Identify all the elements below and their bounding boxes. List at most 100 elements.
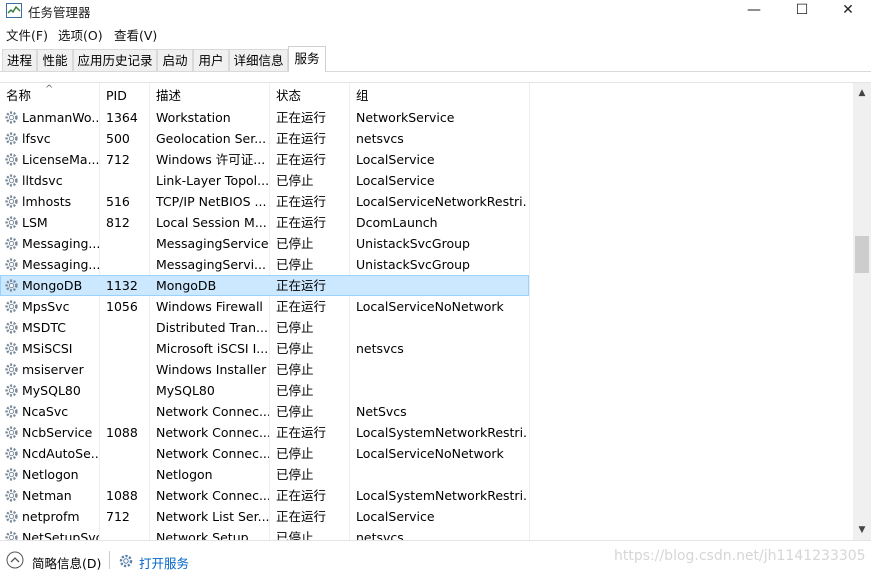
- service-status: 正在运行: [276, 509, 327, 524]
- column-header-description[interactable]: 描述: [150, 84, 270, 107]
- menu-view[interactable]: 查看(V): [114, 25, 157, 44]
- column-header-pid[interactable]: PID: [100, 84, 150, 107]
- table-row[interactable]: netprofm 712 Network List Ser... 正在运行 LocalS…: [0, 506, 853, 527]
- service-pid: [106, 170, 149, 191]
- service-group: LocalServiceNetworkRestri...: [356, 194, 526, 209]
- tab-details[interactable]: 详细信息: [229, 49, 288, 71]
- service-pid: 1088: [106, 488, 138, 503]
- service-gear-icon: [4, 446, 19, 461]
- watermark-text: https://blog.csdn.net/jh1141233305: [614, 548, 866, 564]
- table-row[interactable]: NetSetupSvc Network Setup ... 已停止 netsvcs: [0, 527, 853, 540]
- open-services-link[interactable]: 打开服务: [139, 553, 189, 572]
- service-name: Messaging...: [22, 236, 99, 251]
- table-row[interactable]: MpsSvc 1056 Windows Firewall 正在运行 LocalServi…: [0, 296, 853, 317]
- table-row[interactable]: MSiSCSI Microsoft iSCSI I... 已停止 netsvcs: [0, 338, 853, 359]
- service-description: Netlogon: [156, 467, 213, 482]
- service-description: MongoDB: [156, 278, 217, 293]
- column-header-status[interactable]: 状态: [270, 84, 350, 107]
- service-group: LocalServiceNoNetwork: [356, 446, 504, 461]
- service-gear-icon: [4, 194, 19, 209]
- column-header-name-label: 名称: [6, 88, 32, 103]
- table-row[interactable]: lfsvc 500 Geolocation Ser... 正在运行 netsvcs: [0, 128, 853, 149]
- service-group: LocalSystemNetworkRestri...: [356, 488, 526, 503]
- vertical-scrollbar[interactable]: ▲ ▼: [853, 83, 871, 540]
- column-header: ^ 名称 PID 描述 状态 组: [0, 84, 853, 107]
- service-pid: 1132: [106, 278, 138, 293]
- table-row[interactable]: NcdAutoSe... Network Connec... 已停止 LocalSer…: [0, 443, 853, 464]
- table-row[interactable]: MSDTC Distributed Tran... 已停止: [0, 317, 853, 338]
- table-row[interactable]: LanmanWo... 1364 Workstation 正在运行 NetworkSer…: [0, 107, 853, 128]
- scroll-up-icon[interactable]: ▲: [853, 85, 871, 101]
- service-name: NcaSvc: [22, 404, 69, 419]
- close-button[interactable]: ✕: [825, 0, 871, 22]
- table-row[interactable]: lltdsvc Link-Layer Topol... 已停止 LocalServic…: [0, 170, 853, 191]
- service-description: Network Setup ...: [156, 530, 265, 540]
- footer-bar: 简略信息(D) 打开服务 https://blog.csdn.net/jh114…: [0, 540, 871, 574]
- service-group: [356, 380, 526, 401]
- footer-divider: [109, 551, 110, 569]
- table-row[interactable]: Netman 1088 Network Connec... 正在运行 LocalSyst…: [0, 485, 853, 506]
- table-row[interactable]: MongoDB 1132 MongoDB 正在运行: [0, 275, 853, 296]
- service-name: NcdAutoSe...: [22, 446, 99, 461]
- service-status: 已停止: [276, 383, 314, 398]
- minimize-button[interactable]: —: [731, 0, 777, 22]
- tab-app-history[interactable]: 应用历史记录: [73, 49, 157, 71]
- service-name: LSM: [22, 215, 48, 230]
- service-status: 正在运行: [276, 425, 327, 440]
- service-status: 正在运行: [276, 215, 327, 230]
- service-gear-icon: [4, 173, 19, 188]
- table-row[interactable]: MySQL80 MySQL80 已停止: [0, 380, 853, 401]
- table-row[interactable]: lmhosts 516 TCP/IP NetBIOS ... 正在运行 LocalSer…: [0, 191, 853, 212]
- table-row[interactable]: NcaSvc Network Connec... 已停止 NetSvcs: [0, 401, 853, 422]
- services-list: ^ 名称 PID 描述 状态 组 LanmanWo... 1364 Workstat…: [0, 82, 871, 540]
- services-gear-icon: [119, 554, 133, 568]
- service-description: MessagingServi...: [156, 257, 266, 272]
- service-description: MessagingService: [156, 236, 269, 251]
- service-status: 正在运行: [276, 152, 327, 167]
- service-pid: [106, 380, 149, 401]
- service-group: LocalService: [356, 509, 435, 524]
- services-rows: LanmanWo... 1364 Workstation 正在运行 NetworkSer…: [0, 107, 853, 540]
- service-description: Network List Ser...: [156, 509, 269, 524]
- table-row[interactable]: LicenseMa... 712 Windows 许可证... 正在运行 LocalSe…: [0, 149, 853, 170]
- table-row[interactable]: LSM 812 Local Session M... 正在运行 DcomLaunch: [0, 212, 853, 233]
- tab-users[interactable]: 用户: [193, 49, 229, 71]
- service-group: netsvcs: [356, 131, 404, 146]
- tab-services[interactable]: 服务: [288, 46, 326, 72]
- service-group: netsvcs: [356, 341, 404, 356]
- service-name: MpsSvc: [22, 299, 70, 314]
- title-bar: 任务管理器 — ☐ ✕: [0, 0, 871, 22]
- service-group: [356, 317, 526, 338]
- collapse-up-icon[interactable]: [6, 551, 24, 569]
- service-status: 已停止: [276, 173, 314, 188]
- service-gear-icon: [4, 467, 19, 482]
- service-name: LicenseMa...: [22, 152, 99, 167]
- service-status: 正在运行: [276, 110, 327, 125]
- scroll-down-icon[interactable]: ▼: [853, 522, 871, 538]
- service-name: MSiSCSI: [22, 341, 73, 356]
- tab-divider: [0, 71, 871, 72]
- service-gear-icon: [4, 404, 19, 419]
- scrollbar-thumb[interactable]: [855, 236, 869, 273]
- service-status: 正在运行: [276, 488, 327, 503]
- table-row[interactable]: Netlogon Netlogon 已停止: [0, 464, 853, 485]
- maximize-button[interactable]: ☐: [779, 0, 825, 22]
- service-gear-icon: [4, 257, 19, 272]
- service-group: DcomLaunch: [356, 215, 438, 230]
- service-status: 已停止: [276, 446, 314, 461]
- service-name: Netlogon: [22, 467, 79, 482]
- service-name: MongoDB: [22, 278, 83, 293]
- table-row[interactable]: NcbService 1088 Network Connec... 正在运行 Local…: [0, 422, 853, 443]
- column-header-name[interactable]: ^ 名称: [0, 84, 100, 107]
- menu-options[interactable]: 选项(O): [58, 25, 103, 44]
- tab-performance[interactable]: 性能: [37, 49, 73, 71]
- column-header-group[interactable]: 组: [350, 84, 530, 107]
- service-status: 已停止: [276, 257, 314, 272]
- tab-processes[interactable]: 进程: [2, 49, 37, 71]
- table-row[interactable]: msiserver Windows Installer 已停止: [0, 359, 853, 380]
- table-row[interactable]: Messaging... MessagingServi... 已停止 Unistack…: [0, 254, 853, 275]
- tab-startup[interactable]: 启动: [157, 49, 193, 71]
- table-row[interactable]: Messaging... MessagingService 已停止 UnistackS…: [0, 233, 853, 254]
- menu-file[interactable]: 文件(F): [6, 25, 48, 44]
- fewer-details-button[interactable]: 简略信息(D): [32, 553, 101, 572]
